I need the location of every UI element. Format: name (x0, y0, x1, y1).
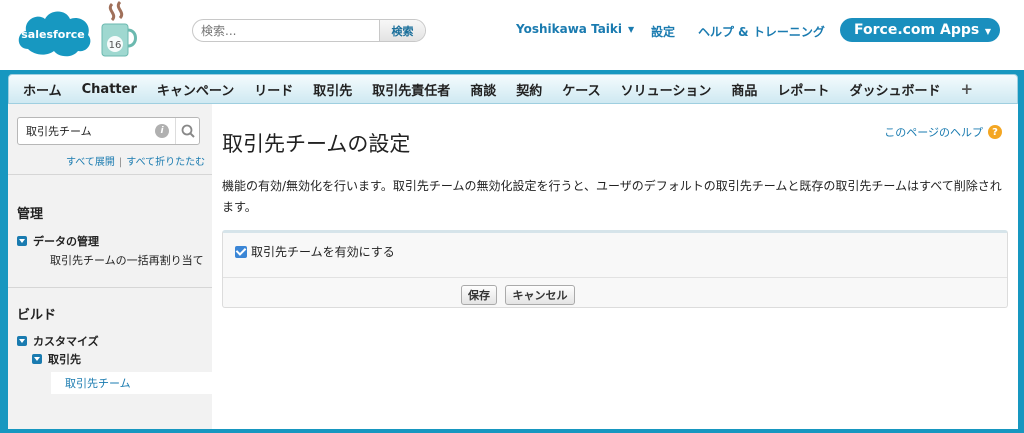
global-search-input[interactable] (193, 20, 379, 41)
global-search: 検索 (192, 19, 426, 42)
page-help-label: このページのヘルプ (884, 126, 983, 139)
main-content: 取引先チームの設定 このページのヘルプ ? 機能の有効/無効化を行います。取引先… (212, 104, 1018, 429)
svg-text:salesforce: salesforce (21, 28, 85, 41)
help-question-icon: ? (988, 125, 1002, 139)
info-icon[interactable]: i (155, 124, 169, 138)
form-divider (223, 277, 1007, 278)
tab-reports[interactable]: レポート (767, 80, 839, 99)
tree-item-label: データの管理 (33, 235, 99, 248)
quick-find-input[interactable] (18, 124, 155, 138)
tab-products[interactable]: 商品 (721, 80, 767, 99)
tree-item-label: カスタマイズ (33, 335, 99, 348)
tab-cases[interactable]: ケース (552, 80, 610, 99)
tree-item-label: 取引先 (48, 353, 81, 366)
tree-item-customize[interactable]: カスタマイズ (17, 333, 99, 349)
release-mug-icon: 16 (94, 0, 142, 64)
caret-down-icon: ▼ (628, 25, 635, 34)
cancel-button[interactable]: キャンセル (505, 285, 575, 305)
tree-item-data-management[interactable]: データの管理 (17, 233, 99, 249)
page-help-link[interactable]: このページのヘルプ ? (884, 124, 1002, 140)
settings-form: 取引先チームを有効にする 保存 キャンセル (222, 230, 1008, 308)
collapse-toggle-icon[interactable] (17, 236, 27, 246)
global-search-button[interactable]: 検索 (379, 20, 425, 41)
enable-account-teams-label: 取引先チームを有効にする (251, 245, 395, 259)
setup-link[interactable]: 設定 (651, 23, 675, 40)
save-button[interactable]: 保存 (461, 285, 497, 305)
app-menu-button[interactable]: Force.com Apps ▼ (840, 18, 1000, 42)
salesforce-logo[interactable]: salesforce (14, 7, 92, 59)
section-heading-build: ビルド (17, 308, 57, 323)
collapse-all-link[interactable]: すべて折りたたむ (126, 157, 205, 168)
tab-opportunities[interactable]: 商談 (460, 80, 506, 99)
tab-contracts[interactable]: 契約 (506, 80, 552, 99)
link-separator: | (118, 157, 123, 168)
expand-all-link[interactable]: すべて展開 (66, 157, 115, 168)
enable-account-teams-checkbox[interactable] (235, 245, 247, 258)
global-header: salesforce 16 検索 Yoshikawa Taiki ▼ 設定 ヘルプ… (0, 0, 1024, 70)
quick-find: i (17, 117, 200, 145)
search-icon[interactable] (175, 118, 199, 144)
tree-item-accounts[interactable]: 取引先 (32, 351, 81, 367)
tab-dashboards[interactable]: ダッシュボード (839, 80, 950, 99)
tab-chatter[interactable]: Chatter (72, 82, 147, 97)
collapse-toggle-icon[interactable] (17, 336, 27, 346)
setup-sidebar: i すべて展開|すべて折りたたむ 管理 データの管理 取引先チームの一括再割り当… (8, 104, 212, 429)
user-name: Yoshikawa Taiki (516, 22, 623, 36)
tree-leaf-mass-reassign[interactable]: 取引先チームの一括再割り当て (50, 252, 204, 268)
expand-collapse-links: すべて展開 | すべて折りたたむ (66, 153, 205, 168)
tab-accounts[interactable]: 取引先 (303, 80, 362, 99)
sidebar-divider (8, 287, 212, 288)
tab-bar: ホーム Chatter キャンペーン リード 取引先 取引先責任者 商談 契約 … (8, 74, 1018, 104)
tab-home[interactable]: ホーム (13, 80, 72, 99)
tab-contacts[interactable]: 取引先責任者 (362, 80, 460, 99)
tab-solutions[interactable]: ソリューション (611, 80, 722, 99)
sidebar-divider (8, 174, 212, 175)
section-heading-admin: 管理 (17, 207, 44, 222)
user-menu[interactable]: Yoshikawa Taiki ▼ (516, 22, 634, 36)
enable-account-teams-row[interactable]: 取引先チームを有効にする (235, 243, 395, 260)
help-training-link[interactable]: ヘルプ & トレーニング (698, 23, 825, 40)
caret-down-icon: ▼ (984, 27, 991, 36)
page-title: 取引先チームの設定 (222, 132, 411, 156)
app-menu-label: Force.com Apps (854, 22, 980, 38)
page-description: 機能の有効/無効化を行います。取引先チームの無効化設定を行うと、ユーザのデフォル… (222, 179, 1002, 214)
all-tabs-plus-icon[interactable]: + (950, 80, 983, 98)
tab-leads[interactable]: リード (244, 80, 303, 99)
tree-leaf-account-teams-selected[interactable]: 取引先チーム (51, 372, 212, 394)
tab-campaigns[interactable]: キャンペーン (147, 80, 244, 99)
collapse-toggle-icon[interactable] (32, 354, 42, 364)
svg-text:16: 16 (109, 40, 122, 51)
